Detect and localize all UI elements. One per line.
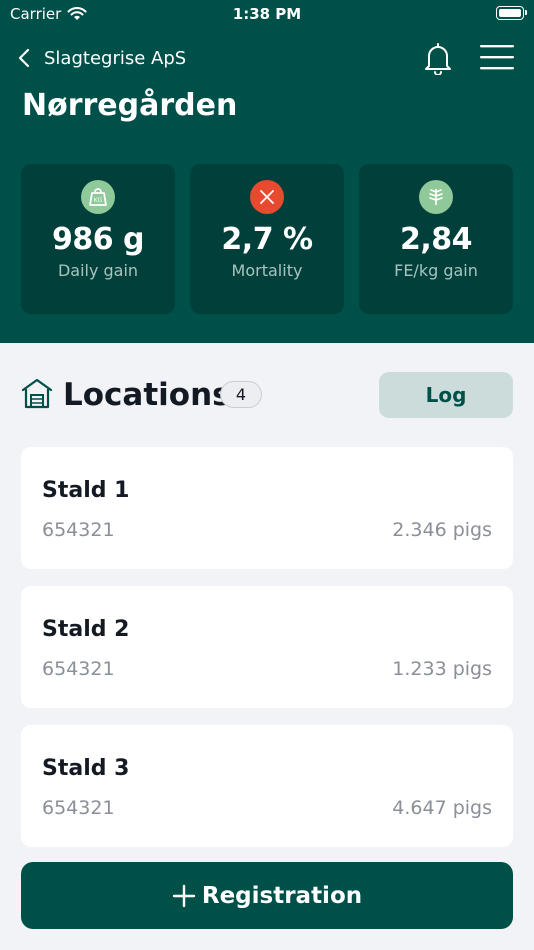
weight-icon: KG (81, 180, 115, 214)
nav-bar: Slagtegrise ApS (0, 38, 534, 78)
menu-button[interactable] (479, 43, 515, 71)
locations-title: Locations (63, 377, 231, 413)
status-time: 1:38 PM (232, 5, 302, 23)
plus-icon (172, 884, 196, 907)
location-card[interactable]: Stald 2 654321 1.233 pigs (21, 586, 513, 708)
kpi-label: Daily gain (57, 261, 139, 280)
location-id: 654321 (42, 658, 115, 680)
battery-icon (496, 6, 527, 20)
weight-unit-text: KG (94, 197, 103, 204)
kpi-value: 2,84 (399, 222, 473, 257)
kpi-value: 2,7 % (221, 222, 313, 257)
chevron-left-icon (18, 48, 30, 68)
back-button[interactable]: Slagtegrise ApS (18, 38, 186, 78)
location-card[interactable]: Stald 3 654321 4.647 pigs (21, 725, 513, 847)
status-bar: Carrier 1:38 PM (0, 0, 534, 30)
registration-button[interactable]: Registration (21, 862, 513, 929)
kpi-mortality: 2,7 % Mortality (190, 164, 344, 314)
location-id: 654321 (42, 519, 115, 541)
location-id: 654321 (42, 797, 115, 819)
location-pig-count: 2.346 pigs (392, 519, 492, 541)
locations-header: Locations 4 Log (21, 372, 513, 418)
house-icon (21, 378, 53, 409)
notifications-button[interactable] (422, 41, 454, 76)
registration-label: Registration (201, 882, 363, 909)
kpi-row: KG 986 g Daily gain 2,7 % Mortality 2,84… (21, 164, 513, 314)
back-label: Slagtegrise ApS (44, 47, 187, 69)
bell-icon (425, 43, 451, 76)
location-pig-count: 4.647 pigs (392, 797, 492, 819)
locations-list: Stald 1 654321 2.346 pigs Stald 2 654321… (21, 447, 513, 864)
location-name: Stald 1 (42, 478, 130, 503)
locations-count-badge: 4 (220, 381, 262, 408)
log-button[interactable]: Log (379, 372, 513, 418)
hamburger-icon (480, 45, 514, 70)
header: Carrier 1:38 PM Slagtegrise ApS Nørregår… (0, 0, 534, 343)
location-card[interactable]: Stald 1 654321 2.346 pigs (21, 447, 513, 569)
kpi-label: FE/kg gain (394, 261, 478, 280)
kpi-feed-efficiency: 2,84 FE/kg gain (359, 164, 513, 314)
wheat-icon (419, 180, 453, 214)
location-name: Stald 2 (42, 617, 130, 642)
kpi-daily-gain: KG 986 g Daily gain (21, 164, 175, 314)
location-pig-count: 1.233 pigs (392, 658, 492, 680)
kpi-value: 986 g (51, 222, 145, 257)
close-icon (250, 180, 284, 214)
page-title: Nørregården (22, 88, 238, 123)
kpi-label: Mortality (231, 261, 303, 280)
location-name: Stald 3 (42, 756, 130, 781)
